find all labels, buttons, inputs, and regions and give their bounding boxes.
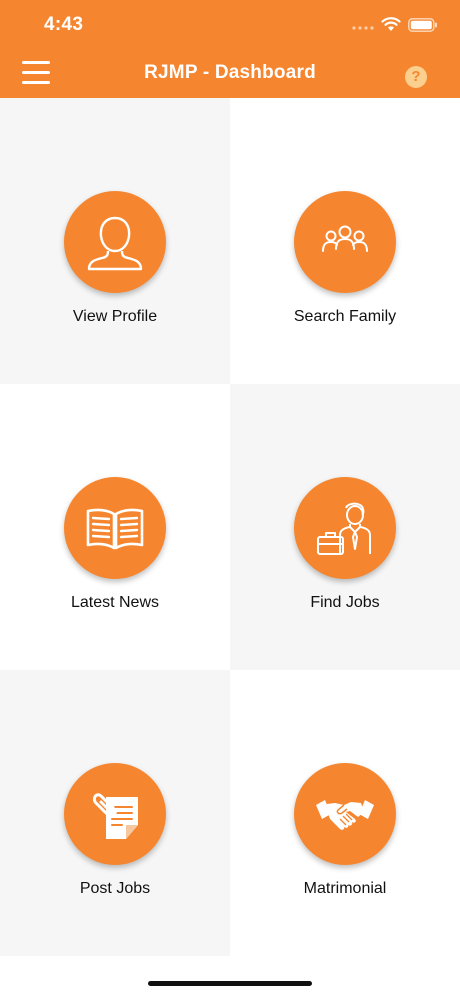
latest-news-icon-circle [64,477,166,579]
group-icon [322,225,368,252]
tile-label: Search Family [293,308,397,325]
tile-label: Matrimonial [303,880,387,897]
tile-matrimonial[interactable]: Matrimonial [230,670,460,956]
status-time: 4:43 [44,14,84,35]
view-profile-icon-circle [64,191,166,293]
person-icon [87,216,143,271]
wifi-icon [381,17,401,31]
job-seeker-icon [317,502,371,555]
tile-post-jobs[interactable]: Post Jobs [0,670,230,956]
signal-dots-icon [352,26,374,30]
tile-find-jobs[interactable]: Find Jobs [230,384,460,670]
find-jobs-icon-circle [294,477,396,579]
app-header: 4:43 RJMP - Dashboard ? [0,0,460,98]
tile-label: Latest News [70,594,160,611]
open-book-icon [86,508,144,550]
page-title: RJMP - Dashboard [144,62,316,83]
handshake-icon [316,800,374,830]
matrimonial-icon-circle [294,763,396,865]
tile-search-family[interactable]: Search Family [230,98,460,384]
battery-icon [408,18,437,32]
tile-label: Post Jobs [79,880,151,897]
tile-latest-news[interactable]: Latest News [0,384,230,670]
tile-label: Find Jobs [310,594,380,611]
dashboard-grid: View Profile Search Family Latest News F… [0,98,460,958]
tile-view-profile[interactable]: View Profile [0,98,230,384]
home-indicator[interactable] [148,981,312,986]
post-jobs-icon-circle [64,763,166,865]
tile-label: View Profile [72,308,158,325]
search-family-icon-circle [294,191,396,293]
help-button[interactable]: ? [405,66,427,88]
document-clip-icon [92,793,138,839]
